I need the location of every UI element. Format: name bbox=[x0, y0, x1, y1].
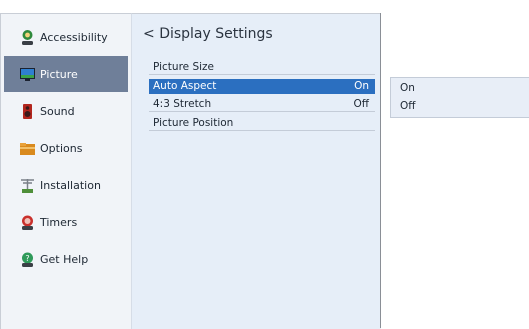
sidebar-item-get-help[interactable]: ? Get Help bbox=[4, 241, 128, 277]
antenna-icon bbox=[19, 177, 36, 194]
sidebar-item-label: Installation bbox=[40, 178, 101, 192]
svg-text:?: ? bbox=[25, 254, 29, 263]
sidebar-item-label: Accessibility bbox=[40, 30, 108, 44]
sidebar-item-label: Options bbox=[40, 141, 83, 155]
page-title: < Display Settings bbox=[143, 26, 273, 42]
sidebar-item-accessibility[interactable]: Accessibility bbox=[4, 19, 128, 55]
sidebar-item-label: Get Help bbox=[40, 252, 89, 266]
speaker-icon bbox=[19, 103, 36, 120]
setting-label: Picture Position bbox=[153, 117, 234, 129]
option-popup: On Off bbox=[390, 77, 529, 118]
help-icon: ? bbox=[19, 251, 36, 268]
setting-value: On bbox=[354, 80, 369, 92]
timer-icon bbox=[19, 214, 36, 231]
panel-divider bbox=[380, 13, 381, 328]
sidebar-item-sound[interactable]: Sound bbox=[4, 93, 128, 129]
accessibility-icon bbox=[19, 29, 36, 46]
sidebar-item-timers[interactable]: Timers bbox=[4, 204, 128, 240]
setting-label: 4:3 Stretch bbox=[153, 98, 212, 110]
setting-row-4-3-stretch[interactable]: 4:3 Stretch Off bbox=[149, 97, 375, 112]
back-icon[interactable]: < bbox=[143, 26, 155, 42]
sidebar-item-label: Picture bbox=[40, 67, 78, 81]
sidebar-item-picture[interactable]: Picture bbox=[4, 56, 128, 92]
sidebar-item-label: Sound bbox=[40, 104, 75, 118]
folder-icon bbox=[19, 140, 36, 157]
sidebar-item-options[interactable]: Options bbox=[4, 130, 128, 166]
option-off[interactable]: Off bbox=[400, 100, 416, 112]
setting-label: Auto Aspect bbox=[153, 80, 217, 92]
sidebar-item-installation[interactable]: Installation bbox=[4, 167, 128, 203]
page-title-text: Display Settings bbox=[159, 26, 273, 42]
setting-row-picture-size[interactable]: Picture Size bbox=[149, 60, 375, 75]
setting-row-picture-position[interactable]: Picture Position bbox=[149, 116, 375, 131]
monitor-icon bbox=[19, 66, 36, 83]
setting-row-auto-aspect[interactable]: Auto Aspect On bbox=[149, 79, 375, 94]
setting-value: Off bbox=[353, 98, 370, 110]
sidebar-item-label: Timers bbox=[40, 215, 78, 229]
setting-label: Picture Size bbox=[153, 61, 215, 73]
option-on[interactable]: On bbox=[400, 82, 415, 94]
